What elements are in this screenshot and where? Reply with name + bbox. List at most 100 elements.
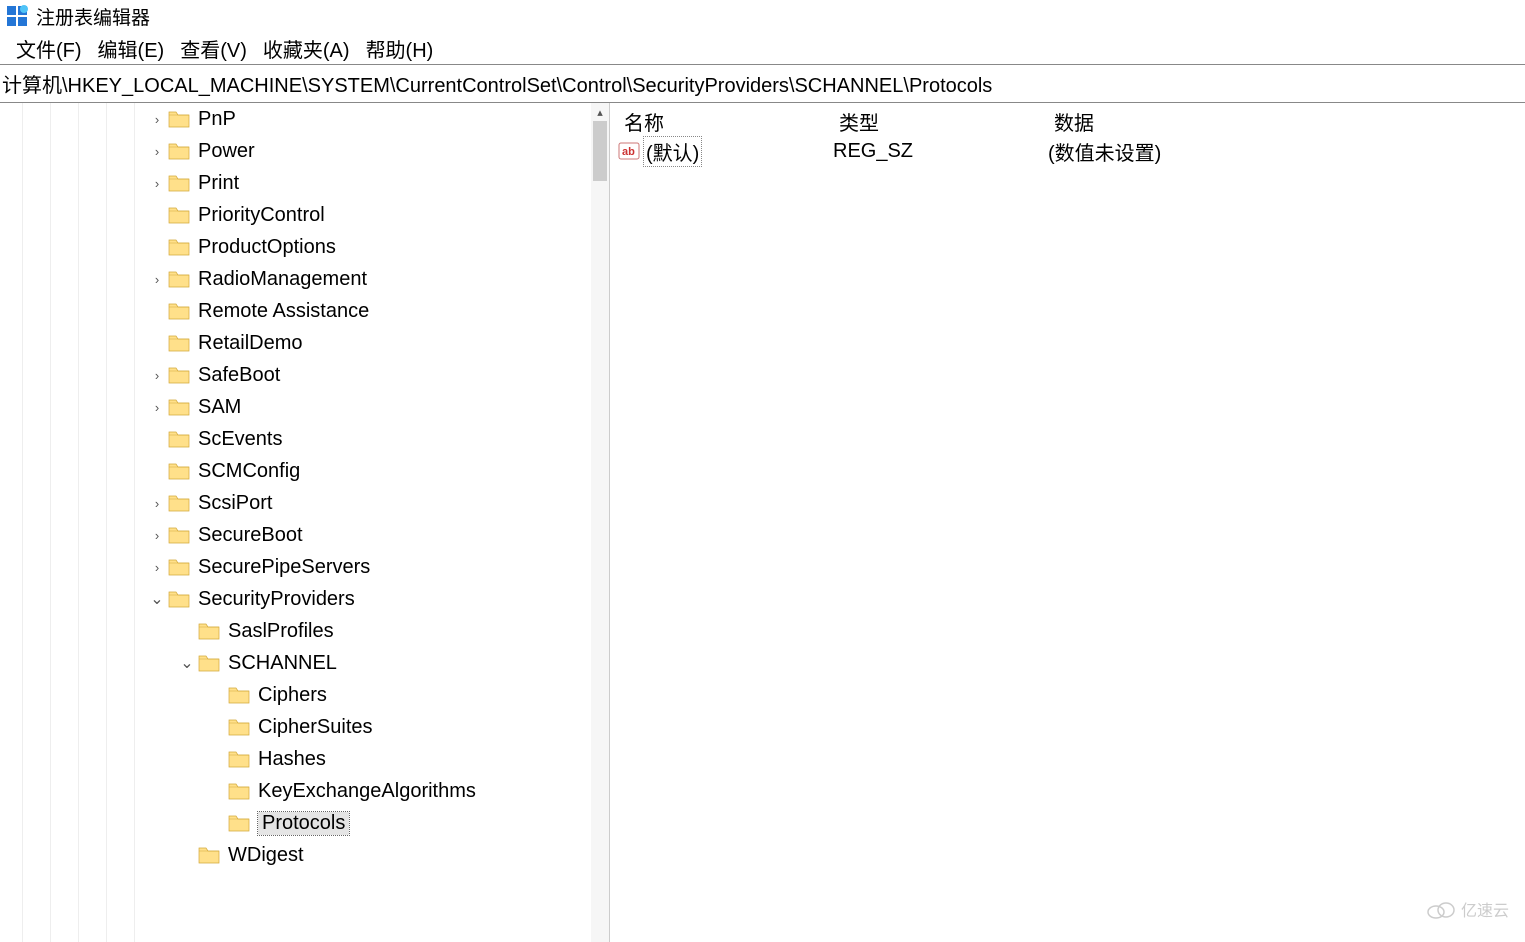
tree-item-protocols[interactable]: Protocols bbox=[0, 807, 591, 839]
tree-item-remote-assistance[interactable]: Remote Assistance bbox=[0, 295, 591, 327]
chevron-right-icon[interactable]: › bbox=[150, 272, 164, 287]
tree-item-scsiport[interactable]: › ScsiPort bbox=[0, 487, 591, 519]
tree-scroll[interactable]: › PnP › Power › Print PriorityControl ProductOp… bbox=[0, 103, 591, 942]
value-type: REG_SZ bbox=[833, 140, 1048, 163]
tree-item-sam[interactable]: ›SAM bbox=[0, 391, 591, 423]
folder-icon bbox=[198, 653, 220, 673]
tree-item-prioritycontrol[interactable]: PriorityControl bbox=[0, 199, 591, 231]
tree-item-label: SecurityProviders bbox=[198, 588, 355, 611]
value-header: 名称 类型 数据 bbox=[618, 107, 1517, 135]
tree-item-label: RetailDemo bbox=[198, 332, 302, 355]
value-name: (默认) bbox=[644, 137, 701, 166]
tree-item-pnp[interactable]: › PnP bbox=[0, 103, 591, 135]
folder-icon bbox=[168, 429, 190, 449]
column-name-header[interactable]: 名称 bbox=[618, 107, 833, 136]
address-bar[interactable]: 计算机\HKEY_LOCAL_MACHINE\SYSTEM\CurrentCon… bbox=[0, 64, 1525, 103]
tree-item-label: PnP bbox=[198, 108, 236, 131]
folder-icon bbox=[168, 397, 190, 417]
chevron-right-icon[interactable]: › bbox=[150, 368, 164, 383]
folder-icon bbox=[168, 461, 190, 481]
tree-item-label: PriorityControl bbox=[198, 204, 325, 227]
folder-icon bbox=[168, 365, 190, 385]
tree-item-print[interactable]: › Print bbox=[0, 167, 591, 199]
tree-item-label: Protocols bbox=[258, 812, 349, 835]
menu-file[interactable]: 文件(F) bbox=[10, 32, 88, 65]
regedit-icon bbox=[6, 5, 28, 27]
chevron-right-icon[interactable]: › bbox=[150, 176, 164, 191]
tree-item-label: SCHANNEL bbox=[228, 652, 337, 675]
main-area: › PnP › Power › Print PriorityControl ProductOp… bbox=[0, 103, 1525, 942]
column-data-header[interactable]: 数据 bbox=[1048, 107, 1517, 136]
tree-item-saslprofiles[interactable]: SaslProfiles bbox=[0, 615, 591, 647]
chevron-right-icon[interactable]: › bbox=[150, 496, 164, 511]
folder-icon bbox=[168, 525, 190, 545]
tree-item-safeboot[interactable]: › SafeBoot bbox=[0, 359, 591, 391]
tree-item-label: SafeBoot bbox=[198, 364, 280, 387]
tree-item-label: Ciphers bbox=[258, 684, 327, 707]
value-data: (数值未设置) bbox=[1048, 137, 1517, 166]
tree-item-label: Power bbox=[198, 140, 255, 163]
tree-item-scevents[interactable]: ScEvents bbox=[0, 423, 591, 455]
scroll-up-icon[interactable]: ▴ bbox=[591, 103, 609, 121]
svg-text:ab: ab bbox=[622, 146, 635, 158]
folder-icon bbox=[228, 813, 250, 833]
chevron-down-icon[interactable]: ⌄ bbox=[150, 589, 164, 609]
tree-pane: › PnP › Power › Print PriorityControl ProductOp… bbox=[0, 103, 610, 942]
tree-item-label: SecurePipeServers bbox=[198, 556, 370, 579]
tree-scrollbar[interactable]: ▴ bbox=[591, 103, 609, 942]
folder-icon bbox=[228, 685, 250, 705]
tree-item-label: ProductOptions bbox=[198, 236, 336, 259]
tree-item-label: ScsiPort bbox=[198, 492, 272, 515]
tree-item-label: RadioManagement bbox=[198, 268, 367, 291]
folder-icon bbox=[168, 237, 190, 257]
tree-item-label: SaslProfiles bbox=[228, 620, 334, 643]
chevron-right-icon[interactable]: › bbox=[150, 528, 164, 543]
folder-icon bbox=[228, 749, 250, 769]
folder-icon bbox=[168, 557, 190, 577]
tree-item-keyexchangealgorithms[interactable]: KeyExchangeAlgorithms bbox=[0, 775, 591, 807]
tree-item-retaildemo[interactable]: RetailDemo bbox=[0, 327, 591, 359]
folder-icon bbox=[228, 781, 250, 801]
tree-item-productoptions[interactable]: ProductOptions bbox=[0, 231, 591, 263]
folder-icon bbox=[168, 141, 190, 161]
tree-item-label: KeyExchangeAlgorithms bbox=[258, 780, 476, 803]
titlebar: 注册表编辑器 bbox=[0, 0, 1525, 32]
tree-item-label: Hashes bbox=[258, 748, 326, 771]
tree-item-label: SCMConfig bbox=[198, 460, 300, 483]
tree-item-secureboot[interactable]: ›SecureBoot bbox=[0, 519, 591, 551]
app-title: 注册表编辑器 bbox=[36, 3, 150, 30]
value-row[interactable]: ab (默认) REG_SZ(数值未设置) bbox=[618, 135, 1517, 167]
watermark: 亿速云 bbox=[1427, 897, 1509, 921]
folder-icon bbox=[168, 333, 190, 353]
string-value-icon: ab bbox=[618, 140, 640, 162]
chevron-right-icon[interactable]: › bbox=[150, 400, 164, 415]
chevron-right-icon[interactable]: › bbox=[150, 144, 164, 159]
menu-edit[interactable]: 编辑(E) bbox=[92, 32, 171, 65]
value-pane: 名称 类型 数据 ab (默认) REG_SZ(数值未设置) bbox=[610, 103, 1525, 942]
column-type-header[interactable]: 类型 bbox=[833, 107, 1048, 136]
folder-icon bbox=[168, 301, 190, 321]
scroll-thumb[interactable] bbox=[593, 121, 607, 181]
tree-item-radiomanagement[interactable]: › RadioManagement bbox=[0, 263, 591, 295]
menu-favorites[interactable]: 收藏夹(A) bbox=[257, 32, 356, 65]
tree-item-label: WDigest bbox=[228, 844, 304, 867]
chevron-right-icon[interactable]: › bbox=[150, 112, 164, 127]
tree-item-wdigest[interactable]: WDigest bbox=[0, 839, 591, 871]
tree-item-hashes[interactable]: Hashes bbox=[0, 743, 591, 775]
folder-icon bbox=[168, 205, 190, 225]
tree-item-label: ScEvents bbox=[198, 428, 282, 451]
watermark-text: 亿速云 bbox=[1461, 897, 1509, 921]
chevron-right-icon[interactable]: › bbox=[150, 560, 164, 575]
tree-item-schannel[interactable]: ⌄ SCHANNEL bbox=[0, 647, 591, 679]
tree-item-securepipeservers[interactable]: › SecurePipeServers bbox=[0, 551, 591, 583]
tree-item-securityproviders[interactable]: ⌄ SecurityProviders bbox=[0, 583, 591, 615]
tree-item-ciphers[interactable]: Ciphers bbox=[0, 679, 591, 711]
tree-item-ciphersuites[interactable]: CipherSuites bbox=[0, 711, 591, 743]
chevron-down-icon[interactable]: ⌄ bbox=[180, 653, 194, 673]
folder-icon bbox=[228, 717, 250, 737]
tree-item-power[interactable]: › Power bbox=[0, 135, 591, 167]
menu-view[interactable]: 查看(V) bbox=[174, 32, 253, 65]
tree-item-label: Print bbox=[198, 172, 239, 195]
tree-item-scmconfig[interactable]: SCMConfig bbox=[0, 455, 591, 487]
menu-help[interactable]: 帮助(H) bbox=[360, 32, 440, 65]
